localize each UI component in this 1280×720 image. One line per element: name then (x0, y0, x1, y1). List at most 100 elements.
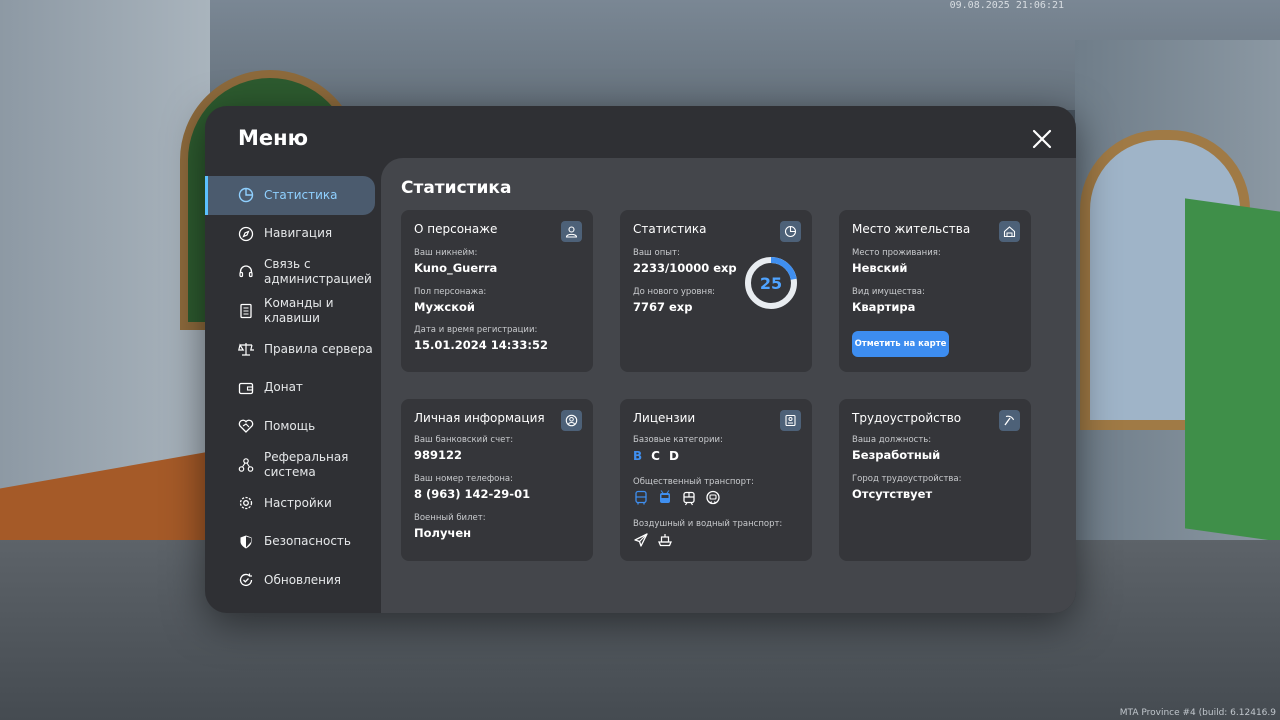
employment-city-value: Отсутствует (852, 487, 933, 501)
place-value: Невский (852, 261, 908, 275)
residence-card: Место жительства Место проживания: Невск… (839, 210, 1031, 372)
sidebar-item-label: Помощь (264, 418, 316, 433)
level-value: 25 (759, 273, 783, 293)
pie-chart-icon (780, 221, 801, 242)
registration-value: 15.01.2024 14:33:52 (414, 338, 548, 352)
personal-info-card: Личная информация Ваш банковский счет: 9… (401, 399, 593, 561)
military-label: Военный билет: (414, 513, 486, 523)
nickname-label: Ваш никнейм: (414, 248, 478, 258)
sidebar-item-label: Правила сервера (264, 341, 373, 356)
property-value: Квартира (852, 300, 916, 314)
employment-city-label: Город трудоустройства: (852, 474, 962, 484)
wallet-icon (238, 380, 254, 396)
sidebar-item-help[interactable]: Помощь (205, 407, 375, 446)
base-categories-label: Базовые категории: (633, 435, 723, 445)
ship-icon (657, 532, 673, 548)
handshake-icon (238, 418, 254, 434)
timestamp: 09.08.2025 21:06:21 (949, 0, 1064, 11)
licenses-card: Лицензии Базовые категории: B C D Общест… (620, 399, 812, 561)
build-info: MTA Province #4 (build: 6.12416.9 (1119, 708, 1276, 718)
license-category-b: B (633, 449, 643, 463)
sidebar: Статистика Навигация Связь с администрац… (205, 176, 381, 600)
compass-icon (238, 226, 254, 242)
scene-door (1185, 198, 1280, 542)
headset-icon (238, 264, 254, 280)
sidebar-item-label: Навигация (264, 226, 333, 241)
refresh-check-icon (238, 572, 254, 588)
card-title: Личная информация (414, 411, 545, 425)
phone-value: 8 (963) 142-29-01 (414, 487, 531, 501)
content-panel: Статистика О персонаже Ваш никнейм: Kuno… (381, 158, 1076, 613)
registration-label: Дата и время регистрации: (414, 325, 538, 335)
public-transport-label: Общественный транспорт: (633, 477, 754, 487)
card-title: Лицензии (633, 411, 696, 425)
next-level-label: До нового уровня: (633, 287, 716, 297)
next-level-value: 7767 exp (633, 300, 693, 314)
sidebar-item-label: Обновления (264, 572, 342, 587)
place-label: Место проживания: (852, 248, 941, 258)
scales-icon (238, 341, 256, 357)
sidebar-item-settings[interactable]: Настройки (205, 484, 375, 523)
sidebar-item-label: Реферальная система (264, 449, 349, 479)
bus-icon (633, 490, 649, 506)
sidebar-item-label: Команды и клавиши (264, 295, 334, 325)
metro-icon (705, 490, 721, 506)
card-title: Трудоустройство (852, 411, 962, 425)
tram-icon (681, 490, 697, 506)
gear-icon (238, 495, 254, 511)
content-title: Статистика (401, 178, 512, 198)
menu-title: Меню (238, 126, 309, 150)
statistics-card: Статистика Ваш опыт: 2233/10000 exp До н… (620, 210, 812, 372)
scene-wall-left (0, 0, 210, 520)
exp-value: 2233/10000 exp (633, 261, 737, 275)
sidebar-item-rules[interactable]: Правила сервера (205, 330, 375, 369)
sidebar-item-label: Настройки (264, 495, 332, 510)
gender-value: Мужской (414, 300, 475, 314)
military-value: Получен (414, 526, 472, 540)
position-value: Безработный (852, 448, 941, 462)
sidebar-item-label: Безопасность (264, 534, 351, 549)
sidebar-item-navigation[interactable]: Навигация (205, 215, 375, 254)
sidebar-item-donate[interactable]: Донат (205, 369, 375, 408)
close-icon (1032, 129, 1052, 149)
menu-window: Меню Статистика Навигация Связь с админи… (205, 106, 1076, 613)
air-water-transport-label: Воздушный и водный транспорт: (633, 519, 783, 529)
sidebar-item-label: Статистика (264, 187, 338, 202)
trolleybus-icon (657, 490, 673, 506)
employment-card: Трудоустройство Ваша должность: Безработ… (839, 399, 1031, 561)
mark-on-map-button[interactable]: Отметить на карте (852, 331, 949, 357)
sidebar-item-statistics[interactable]: Статистика (205, 176, 375, 215)
card-title: Статистика (633, 222, 707, 236)
bank-label: Ваш банковский счет: (414, 435, 514, 445)
plane-icon (633, 532, 649, 548)
phone-label: Ваш номер телефона: (414, 474, 513, 484)
user-icon (561, 221, 582, 242)
shield-icon (238, 534, 254, 550)
pickaxe-icon (999, 410, 1020, 431)
sidebar-item-admin-contact[interactable]: Связь с администрацией (205, 253, 375, 292)
document-icon (238, 303, 254, 319)
network-icon (238, 457, 254, 473)
nickname-value: Kuno_Guerra (414, 261, 498, 275)
gender-label: Пол персонажа: (414, 287, 487, 297)
sidebar-item-label: Донат (264, 380, 303, 395)
user-circle-icon (561, 410, 582, 431)
close-button[interactable] (1031, 128, 1053, 150)
exp-label: Ваш опыт: (633, 248, 680, 258)
card-title: Место жительства (852, 222, 971, 236)
pie-chart-icon (238, 187, 254, 203)
air-water-transport-icons (633, 532, 673, 548)
bank-value: 989122 (414, 448, 463, 462)
position-label: Ваша должность: (852, 435, 932, 445)
sidebar-item-updates[interactable]: Обновления (205, 561, 375, 600)
id-card-icon (780, 410, 801, 431)
sidebar-item-referral[interactable]: Реферальная система (205, 446, 375, 485)
sidebar-item-security[interactable]: Безопасность (205, 523, 375, 562)
public-transport-icons (633, 490, 721, 506)
home-icon (999, 221, 1020, 242)
license-category-d: D (668, 449, 679, 463)
character-card: О персонаже Ваш никнейм: Kuno_Guerra Пол… (401, 210, 593, 372)
sidebar-item-commands[interactable]: Команды и клавиши (205, 292, 375, 331)
sidebar-item-label: Связь с администрацией (264, 257, 372, 287)
card-title: О персонаже (414, 222, 498, 236)
